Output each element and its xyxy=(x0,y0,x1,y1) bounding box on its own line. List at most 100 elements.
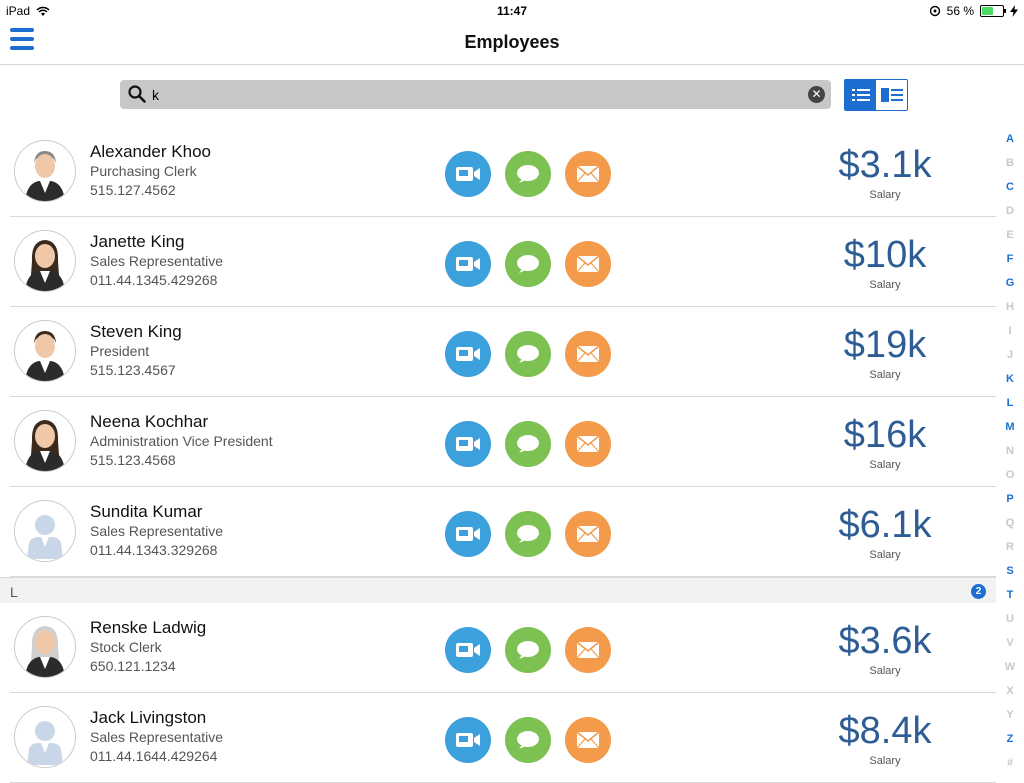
employee-row[interactable]: Steven King President 515.123.4567 $19k … xyxy=(10,307,996,397)
employee-row[interactable]: Neena Kochhar Administration Vice Presid… xyxy=(10,397,996,487)
message-button[interactable] xyxy=(505,627,551,673)
salary-label: Salary xyxy=(869,279,901,291)
employee-phone: 011.44.1343.329268 xyxy=(90,542,218,558)
employee-row[interactable]: Sundita Kumar Sales Representative 011.4… xyxy=(10,487,996,577)
person-photo-icon xyxy=(15,617,75,677)
card-view-button[interactable] xyxy=(876,80,907,110)
employee-row[interactable]: Alexander Khoo Purchasing Clerk 515.127.… xyxy=(10,127,996,217)
video-call-button[interactable] xyxy=(445,331,491,377)
index-letter-m[interactable]: M xyxy=(998,415,1022,439)
index-letter-u[interactable]: U xyxy=(998,607,1022,631)
battery-percent: 56 % xyxy=(946,4,974,18)
employee-list: Alexander Khoo Purchasing Clerk 515.127.… xyxy=(0,127,996,783)
index-letter-h[interactable]: H xyxy=(998,295,1022,319)
status-bar: iPad 11:47 56 % xyxy=(0,0,1024,22)
message-button[interactable] xyxy=(505,241,551,287)
video-call-button[interactable] xyxy=(445,151,491,197)
employee-name: Alexander Khoo xyxy=(90,142,211,161)
employee-name: Renske Ladwig xyxy=(90,618,207,637)
index-letter-l[interactable]: L xyxy=(998,391,1022,415)
index-letter-z[interactable]: Z xyxy=(998,727,1022,751)
email-button[interactable] xyxy=(565,717,611,763)
video-call-button[interactable] xyxy=(445,717,491,763)
employee-phone: 515.123.4567 xyxy=(90,362,176,378)
charging-icon xyxy=(1010,5,1018,17)
message-button[interactable] xyxy=(505,717,551,763)
email-button[interactable] xyxy=(565,421,611,467)
video-call-button[interactable] xyxy=(445,421,491,467)
chat-bubble-icon xyxy=(517,641,539,659)
avatar xyxy=(14,410,76,472)
message-button[interactable] xyxy=(505,151,551,197)
employee-title: Sales Representative xyxy=(90,253,224,269)
person-photo-icon xyxy=(15,231,75,291)
video-call-button[interactable] xyxy=(445,511,491,557)
employee-phone: 011.44.1345.429268 xyxy=(90,272,218,288)
email-button[interactable] xyxy=(565,331,611,377)
employee-title: President xyxy=(90,343,150,359)
employee-phone: 650.121.1234 xyxy=(90,658,176,674)
index-letter-s[interactable]: S xyxy=(998,559,1022,583)
email-button[interactable] xyxy=(565,511,611,557)
index-letter-k[interactable]: K xyxy=(998,367,1022,391)
index-letter-w[interactable]: W xyxy=(998,655,1022,679)
envelope-icon xyxy=(576,255,600,273)
index-letter-e[interactable]: E xyxy=(998,223,1022,247)
index-letter-d[interactable]: D xyxy=(998,199,1022,223)
index-letter-y[interactable]: Y xyxy=(998,703,1022,727)
index-letter-r[interactable]: R xyxy=(998,535,1022,559)
index-letter-c[interactable]: C xyxy=(998,175,1022,199)
nav-bar: Employees xyxy=(0,22,1024,65)
employee-name: Jack Livingston xyxy=(90,708,207,727)
email-button[interactable] xyxy=(565,241,611,287)
index-letter-g[interactable]: G xyxy=(998,271,1022,295)
index-letter-b[interactable]: B xyxy=(998,151,1022,175)
index-letter-f[interactable]: F xyxy=(998,247,1022,271)
email-button[interactable] xyxy=(565,627,611,673)
section-count-badge: 2 xyxy=(971,584,986,599)
employee-name: Janette King xyxy=(90,232,185,251)
video-call-button[interactable] xyxy=(445,627,491,673)
envelope-icon xyxy=(576,641,600,659)
employee-row[interactable]: Renske Ladwig Stock Clerk 650.121.1234 $… xyxy=(10,603,996,693)
search-input[interactable] xyxy=(150,84,794,106)
index-letter-j[interactable]: J xyxy=(998,343,1022,367)
person-photo-icon xyxy=(15,321,75,381)
message-button[interactable] xyxy=(505,511,551,557)
employee-row[interactable]: Jack Livingston Sales Representative 011… xyxy=(10,693,996,783)
salary-value: $16k xyxy=(843,414,927,456)
index-letter-n[interactable]: N xyxy=(998,439,1022,463)
chat-bubble-icon xyxy=(517,345,539,363)
message-button[interactable] xyxy=(505,421,551,467)
chat-bubble-icon xyxy=(517,525,539,543)
employee-name: Steven King xyxy=(90,322,182,341)
battery-icon xyxy=(980,5,1006,17)
avatar xyxy=(14,500,76,562)
index-letter-x[interactable]: X xyxy=(998,679,1022,703)
list-view-button[interactable] xyxy=(845,80,876,110)
clear-search-icon[interactable]: ✕ xyxy=(808,86,825,103)
email-button[interactable] xyxy=(565,151,611,197)
video-camera-icon xyxy=(456,257,480,271)
index-letter-hash[interactable]: # xyxy=(998,751,1022,775)
index-letter-p[interactable]: P xyxy=(998,487,1022,511)
search-icon xyxy=(128,85,146,103)
list-icon xyxy=(851,89,870,101)
video-call-button[interactable] xyxy=(445,241,491,287)
avatar xyxy=(14,616,76,678)
page-title: Employees xyxy=(464,32,560,52)
salary-value: $8.4k xyxy=(838,710,932,752)
index-letter-t[interactable]: T xyxy=(998,583,1022,607)
envelope-icon xyxy=(576,435,600,453)
index-letter-q[interactable]: Q xyxy=(998,511,1022,535)
section-letter: L xyxy=(10,584,18,600)
salary-label: Salary xyxy=(869,459,901,471)
index-letter-a[interactable]: A xyxy=(998,127,1022,151)
envelope-icon xyxy=(576,731,600,749)
index-letter-i[interactable]: I xyxy=(998,319,1022,343)
message-button[interactable] xyxy=(505,331,551,377)
index-letter-v[interactable]: V xyxy=(998,631,1022,655)
envelope-icon xyxy=(576,345,600,363)
employee-row[interactable]: Janette King Sales Representative 011.44… xyxy=(10,217,996,307)
index-letter-o[interactable]: O xyxy=(998,463,1022,487)
